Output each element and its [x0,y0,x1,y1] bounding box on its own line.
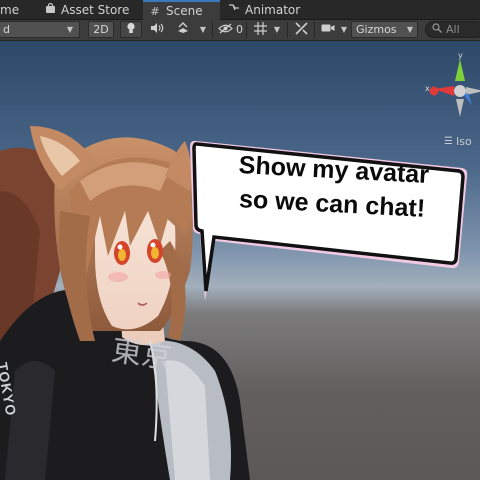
camera-icon [321,23,335,36]
tab-game-label: me [0,2,20,17]
speech-bubble-text: Show my avatar so we can chat! [206,147,459,228]
tab-game[interactable]: me [0,0,25,19]
tab-scene-label: Scene [166,4,203,18]
toolbar-divider [246,22,247,38]
effects-icon [176,22,190,37]
toolbar-divider [212,22,213,38]
shading-mode-dropdown[interactable]: d ▼ [0,21,80,38]
tools-button[interactable] [291,21,311,38]
effects-button[interactable] [172,21,194,38]
chevron-down-icon: ▼ [340,25,348,34]
toolbar-divider [287,22,288,38]
grid-dropdown-arrow[interactable]: ▼ [270,21,284,38]
speech-bubble [190,140,468,301]
shading-mode-value: d [3,23,10,36]
scene-viewport[interactable]: TOKYO 東京 Show my avatar so we can chat! … [0,41,480,480]
hash-icon: # [150,4,160,18]
audio-toggle-button[interactable] [146,21,168,38]
projection-label: Iso [455,135,472,148]
tab-animator[interactable]: Animator [222,0,306,19]
camera-button[interactable] [318,21,338,38]
shopping-bag-icon [44,2,56,17]
tab-animator-label: Animator [245,2,301,17]
scene-toolbar: d ▼ 2D ▼ 0 ▼ ▼ Gizmos ▼ All [0,20,480,41]
lighting-toggle-button[interactable] [120,21,142,38]
eye-slash-icon [218,22,233,37]
tab-asset-store-label: Asset Store [61,2,130,17]
grid-toggle-button[interactable] [250,21,270,38]
projection-toggle[interactable]: ☰ Iso [444,135,472,148]
menu-lines-icon: ☰ [444,136,453,147]
2d-toggle-button[interactable]: 2D [88,21,114,38]
gizmo-x-label: x [425,84,430,93]
gizmos-dropdown[interactable]: Gizmos ▼ [351,21,418,38]
grid-icon [253,21,267,38]
lightbulb-icon [126,22,136,37]
hidden-object-count: 0 [236,23,243,36]
search-input[interactable]: All [425,21,480,38]
tab-scene[interactable]: # Scene [143,0,220,20]
chevron-down-icon: ▼ [199,25,207,34]
camera-dropdown-arrow[interactable]: ▼ [337,21,351,38]
effects-dropdown-arrow[interactable]: ▼ [196,21,210,38]
orientation-gizmo[interactable]: y x [420,51,480,131]
editor-tab-bar: me Asset Store # Scene Animator [0,0,480,20]
tab-asset-store[interactable]: Asset Store [38,0,135,19]
tools-icon [294,21,308,38]
speaker-icon [150,22,164,37]
gizmos-label: Gizmos [356,23,397,36]
scene-visibility-toggle[interactable]: 0 [216,21,246,38]
animator-icon [228,3,240,16]
2d-label: 2D [93,23,109,36]
chevron-down-icon: ▼ [406,25,413,34]
toolbar-divider [314,22,315,38]
search-placeholder: All [446,23,460,36]
search-icon [432,23,442,36]
gizmo-y-label: y [458,51,463,60]
chevron-down-icon: ▼ [273,25,281,34]
chevron-down-icon: ▼ [66,25,73,34]
